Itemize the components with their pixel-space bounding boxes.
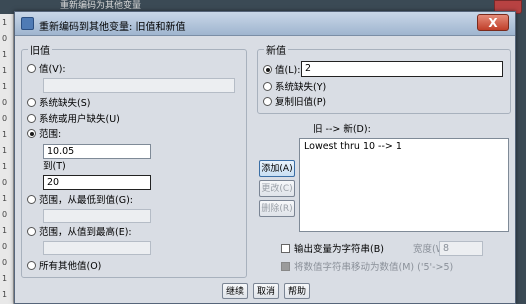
help-button[interactable]: 帮助	[284, 283, 310, 299]
copy-old-dot[interactable]	[263, 97, 272, 106]
old-system-user-missing-label: 系统或用户缺失(U)	[39, 114, 120, 125]
app-icon	[21, 17, 34, 30]
all-other-label: 所有其他值(O)	[39, 261, 102, 272]
row-number: 1	[2, 50, 8, 59]
convert-numeric-label: 将数值字符串移动为数值(M) ('5'->5)	[294, 262, 454, 273]
old-value-label: 值(V):	[39, 64, 66, 75]
all-other-dot[interactable]	[27, 261, 36, 270]
add-button[interactable]: 添加(A)	[259, 160, 295, 177]
new-system-missing-dot[interactable]	[263, 82, 272, 91]
old-range-radio[interactable]: 范围:	[27, 129, 61, 141]
range-lowest-input[interactable]	[43, 209, 151, 223]
cancel-button[interactable]: 取消	[253, 283, 279, 299]
old-value-legend: 旧值	[30, 46, 50, 57]
range-highest-radio[interactable]: 范围，从值到最高(E):	[27, 227, 132, 239]
range-to-label: 到(T)	[43, 161, 66, 172]
old-system-missing-radio[interactable]: 系统缺失(S)	[27, 98, 90, 110]
range-highest-dot[interactable]	[27, 227, 36, 236]
old-system-user-missing-dot[interactable]	[27, 114, 36, 123]
row-number: 0	[2, 258, 8, 267]
all-other-radio[interactable]: 所有其他值(O)	[27, 261, 101, 273]
old-range-dot[interactable]	[27, 129, 36, 138]
mapping-header: 旧 --> 新(D):	[313, 124, 371, 135]
mapping-list[interactable]: Lowest thru 10 --> 1	[299, 138, 509, 232]
old-value-radio[interactable]: 值(V):	[27, 64, 66, 76]
old-system-user-missing-radio[interactable]: 系统或用户缺失(U)	[27, 114, 120, 126]
range-highest-input[interactable]	[43, 241, 151, 255]
width-input[interactable]: 8	[439, 241, 483, 256]
new-value-radio[interactable]: 值(L):	[263, 65, 300, 77]
row-number: 1	[2, 146, 8, 155]
row-number: 1	[2, 130, 8, 139]
range-highest-label: 范围，从值到最高(E):	[39, 227, 132, 238]
copy-old-radio[interactable]: 复制旧值(P)	[263, 97, 326, 109]
recode-dialog: 重新编码到其他变量: 旧值和新值 X 旧值 值(V): 系统缺失(S) 系统或用…	[14, 11, 516, 304]
row-number: 1	[2, 162, 8, 171]
dialog-title: 重新编码到其他变量: 旧值和新值	[39, 22, 186, 33]
old-value-radio-dot[interactable]	[27, 64, 36, 73]
new-value-label: 值(L):	[275, 65, 301, 76]
close-button[interactable]: X	[477, 14, 509, 31]
row-number: 0	[2, 114, 8, 123]
row-number: 0	[2, 98, 8, 107]
range-lowest-radio[interactable]: 范围，从最低到值(G):	[27, 195, 133, 207]
copy-old-label: 复制旧值(P)	[275, 97, 327, 108]
change-button[interactable]: 更改(C)	[259, 180, 295, 197]
output-string-box[interactable]	[281, 244, 290, 253]
row-number: 0	[2, 242, 8, 251]
convert-numeric-checkbox[interactable]: 将数值字符串移动为数值(M) ('5'->5)	[281, 262, 453, 274]
row-number: 1	[2, 274, 8, 283]
row-number: 0	[2, 210, 8, 219]
range-lowest-label: 范围，从最低到值(G):	[39, 195, 133, 206]
new-system-missing-radio[interactable]: 系统缺失(Y)	[263, 82, 326, 94]
old-system-missing-label: 系统缺失(S)	[39, 98, 91, 109]
row-number: 0	[2, 178, 8, 187]
row-number: 1	[2, 82, 8, 91]
new-value-dot[interactable]	[263, 65, 272, 74]
row-number: 1	[2, 226, 8, 235]
convert-numeric-box[interactable]	[281, 262, 290, 271]
background-row-numbers: 1 0 1 1 1 0 0 1 1 1 0 1 0 1 0 0 1 1	[0, 14, 14, 304]
mapping-item[interactable]: Lowest thru 10 --> 1	[304, 141, 402, 153]
row-number: 0	[2, 34, 8, 43]
old-system-missing-dot[interactable]	[27, 98, 36, 107]
row-number: 1	[2, 290, 8, 299]
output-string-label: 输出变量为字符串(B)	[294, 244, 384, 255]
old-range-label: 范围:	[39, 129, 62, 140]
dialog-titlebar: 重新编码到其他变量: 旧值和新值 X	[15, 12, 515, 36]
range-lowest-dot[interactable]	[27, 195, 36, 204]
output-string-checkbox[interactable]: 输出变量为字符串(B)	[281, 244, 384, 256]
new-value-legend: 新值	[266, 46, 286, 57]
row-number: 1	[2, 18, 8, 27]
continue-button[interactable]: 继续	[222, 283, 248, 299]
row-number: 1	[2, 66, 8, 75]
new-value-input[interactable]: 2	[301, 61, 503, 77]
old-value-input[interactable]	[43, 78, 235, 93]
row-number: 1	[2, 194, 8, 203]
range-to-input[interactable]: 20	[43, 175, 151, 190]
range-from-input[interactable]: 10.05	[43, 144, 151, 159]
new-system-missing-label: 系统缺失(Y)	[275, 82, 327, 93]
remove-button[interactable]: 删除(R)	[259, 200, 295, 217]
